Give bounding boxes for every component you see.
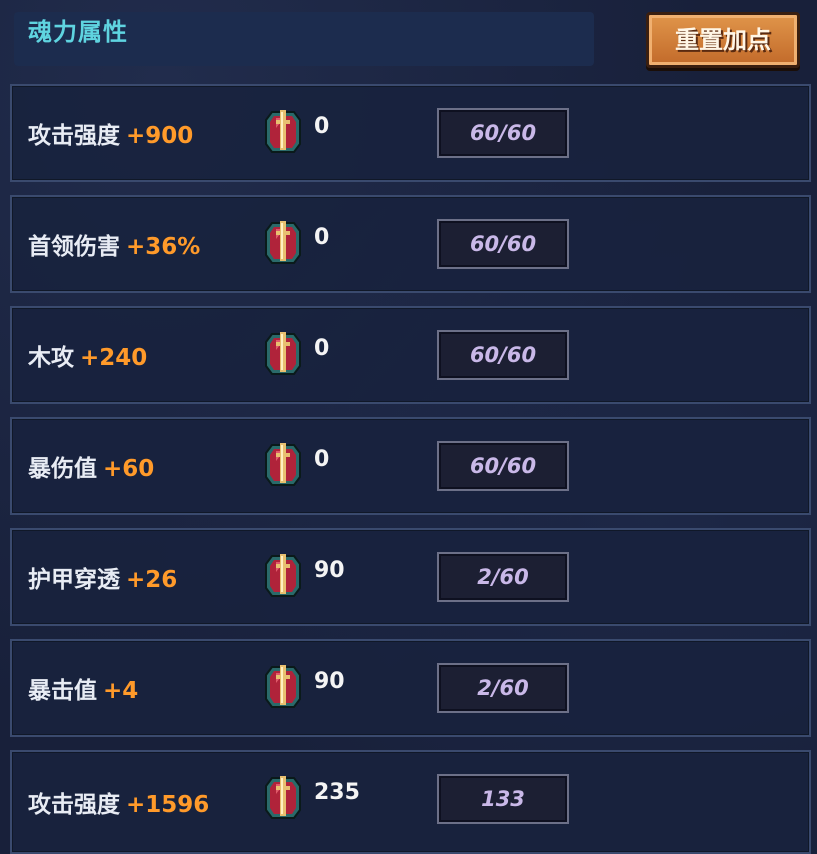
soul-crystal-icon	[265, 221, 301, 264]
stat-row: 暴伤值 +60 0 60/60	[10, 417, 811, 515]
gem-count: 90	[314, 558, 345, 583]
level-progress[interactable]: 60/60	[437, 219, 569, 269]
stat-row: 护甲穿透 +26 90 2/60	[10, 528, 811, 626]
stat-bonus: +4	[103, 678, 139, 704]
stat-bonus: +36%	[126, 234, 201, 260]
level-progress[interactable]: 60/60	[437, 441, 569, 491]
level-progress[interactable]: 2/60	[437, 552, 569, 602]
soul-crystal-icon	[265, 332, 301, 375]
gem-count: 235	[314, 780, 360, 805]
stat-bonus: +1596	[126, 792, 210, 818]
stat-label: 暴伤值 +60	[28, 449, 154, 483]
stat-list: 攻击强度 +900 0 60/60 首领伤害 +36% 0 60/60 木攻 +…	[10, 84, 813, 854]
stat-label: 攻击强度 +1596	[28, 785, 209, 819]
stat-bonus: +26	[126, 567, 178, 593]
soul-crystal-icon	[265, 665, 301, 708]
stat-bonus: +240	[80, 345, 148, 371]
gem-count: 0	[314, 447, 330, 472]
stat-bonus: +60	[103, 456, 155, 482]
stat-name: 攻击强度	[28, 123, 120, 149]
gem-count: 0	[314, 225, 330, 250]
stat-label: 木攻 +240	[28, 338, 147, 372]
soul-crystal-icon	[265, 443, 301, 486]
stat-name: 暴击值	[28, 678, 97, 704]
stat-name: 木攻	[28, 345, 74, 371]
level-progress[interactable]: 2/60	[437, 663, 569, 713]
stat-row: 暴击值 +4 90 2/60	[10, 639, 811, 737]
soul-crystal-icon	[265, 776, 301, 819]
reset-points-button[interactable]: 重置加点	[646, 12, 800, 68]
stat-label: 暴击值 +4	[28, 671, 138, 705]
stat-row: 木攻 +240 0 60/60	[10, 306, 811, 404]
level-progress[interactable]: 133	[437, 774, 569, 824]
panel-title: 魂力属性	[28, 18, 128, 46]
stat-row: 攻击强度 +900 0 60/60	[10, 84, 811, 182]
stat-name: 暴伤值	[28, 456, 97, 482]
soul-crystal-icon	[265, 110, 301, 153]
gem-count: 90	[314, 669, 345, 694]
stat-row: 攻击强度 +1596 235 133	[10, 750, 811, 854]
soul-crystal-icon	[265, 554, 301, 597]
gem-count: 0	[314, 336, 330, 361]
stat-name: 护甲穿透	[28, 567, 120, 593]
stat-name: 攻击强度	[28, 792, 120, 818]
stat-bonus: +900	[126, 123, 194, 149]
gem-count: 0	[314, 114, 330, 139]
level-progress[interactable]: 60/60	[437, 108, 569, 158]
level-progress[interactable]: 60/60	[437, 330, 569, 380]
soul-power-panel: 魂力属性 重置加点 攻击强度 +900 0 60/60 首领伤害 +36% 0 …	[0, 0, 817, 854]
stat-label: 护甲穿透 +26	[28, 560, 177, 594]
stat-label: 首领伤害 +36%	[28, 227, 200, 261]
stat-label: 攻击强度 +900	[28, 116, 193, 150]
stat-row: 首领伤害 +36% 0 60/60	[10, 195, 811, 293]
stat-name: 首领伤害	[28, 234, 120, 260]
